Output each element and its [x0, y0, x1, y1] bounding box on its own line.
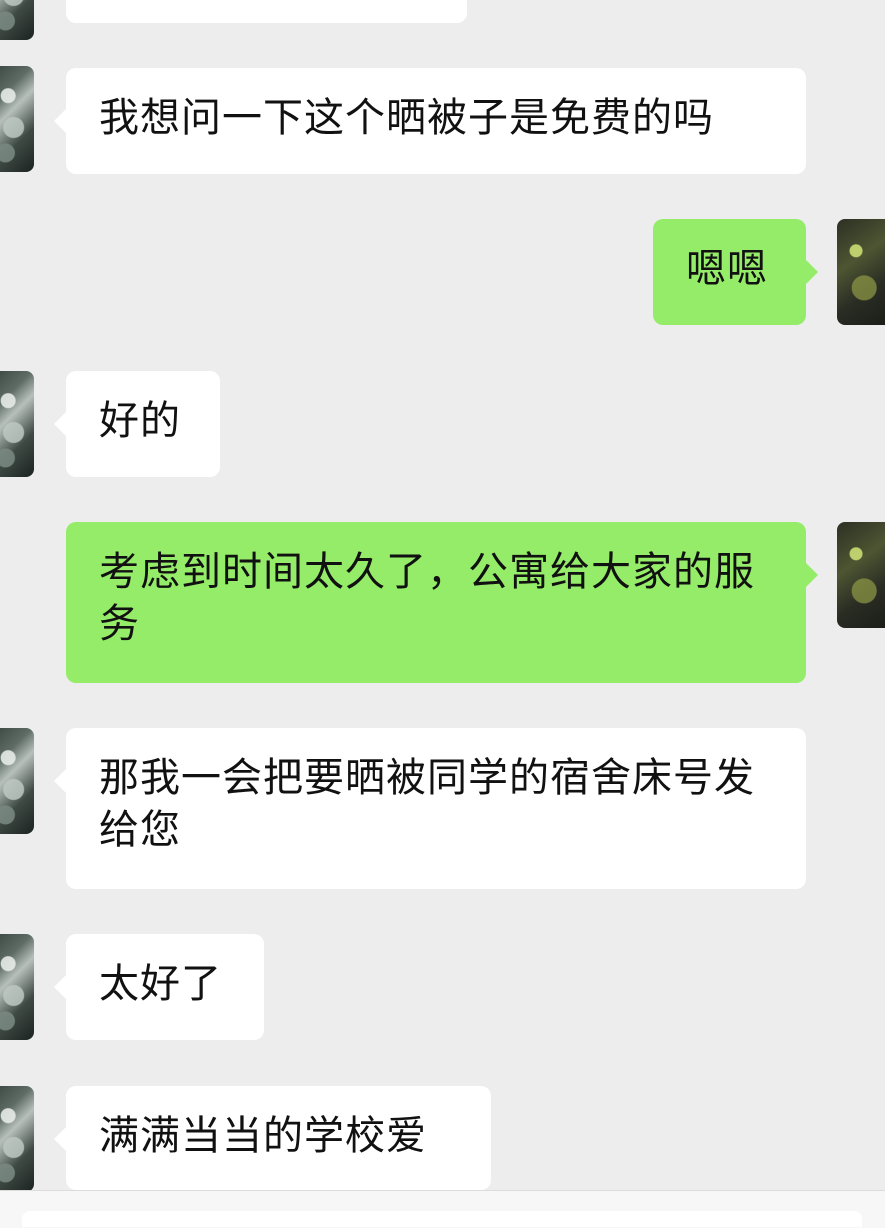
- chat-area[interactable]: 我想问一下这个晒被子是免费的吗 嗯嗯 好的 考虑到时间太久了，公寓给大家的服务 …: [0, 0, 885, 1227]
- user-avatar[interactable]: [837, 219, 885, 325]
- contact-avatar[interactable]: [0, 934, 34, 1040]
- message-input[interactable]: [22, 1211, 862, 1227]
- contact-avatar[interactable]: [0, 66, 34, 172]
- message-bubble-sent[interactable]: 嗯嗯: [653, 219, 818, 325]
- message-bubble-received[interactable]: 太好了: [54, 934, 264, 1040]
- message-bubble-received[interactable]: 好的: [54, 371, 220, 477]
- contact-avatar[interactable]: [0, 0, 34, 40]
- contact-avatar[interactable]: [0, 1086, 34, 1192]
- message-bubble-received[interactable]: 我想问一下这个晒被子是免费的吗: [54, 68, 806, 174]
- contact-avatar[interactable]: [0, 728, 34, 834]
- message-bubble-received[interactable]: [66, 0, 467, 23]
- user-avatar[interactable]: [837, 522, 885, 628]
- contact-avatar[interactable]: [0, 371, 34, 477]
- message-bubble-received[interactable]: 满满当当的学校爱: [54, 1086, 491, 1190]
- message-bubble-received[interactable]: 那我一会把要晒被同学的宿舍床号发给您: [54, 728, 806, 889]
- message-bubble-sent[interactable]: 考虑到时间太久了，公寓给大家的服务: [66, 522, 818, 683]
